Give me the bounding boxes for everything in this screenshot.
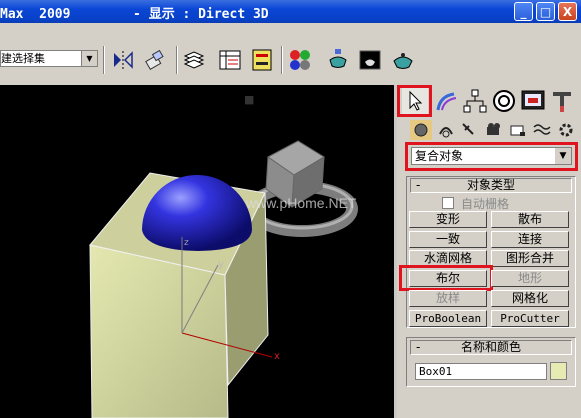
autogrid-checkbox[interactable] xyxy=(442,197,454,209)
cameras-icon[interactable] xyxy=(484,120,504,140)
boolean-button[interactable]: 布尔 xyxy=(409,270,487,287)
object-color-swatch[interactable] xyxy=(550,362,567,380)
space-warps-icon[interactable] xyxy=(532,120,552,140)
create-tab[interactable] xyxy=(402,88,428,114)
geometry-icon[interactable] xyxy=(410,120,432,140)
object-type-title: 对象类型 xyxy=(466,178,515,192)
toolbar-separator xyxy=(103,46,105,74)
axis-z-label: z xyxy=(184,238,189,248)
material-editor-icon[interactable] xyxy=(288,48,312,72)
toolbar-separator xyxy=(281,46,283,74)
shapes-icon[interactable] xyxy=(436,120,456,140)
object-name-field[interactable]: Box01 xyxy=(415,363,547,380)
named-selection-set-dropdown[interactable]: 建选择集 ▼ xyxy=(0,50,98,67)
viewport-scene: ■ z y x www.pHome.NET xyxy=(89,93,358,418)
chevron-down-icon[interactable]: ▼ xyxy=(554,148,571,164)
box-front xyxy=(89,244,229,418)
name-color-title: 名称和颜色 xyxy=(460,340,521,354)
toolbar-separator xyxy=(176,46,178,74)
category-dropdown-value: 复合对象 xyxy=(415,149,464,163)
align-icon[interactable] xyxy=(143,48,167,72)
category-dropdown[interactable]: 复合对象 ▼ xyxy=(411,147,572,165)
close-button[interactable]: X xyxy=(558,2,577,21)
mesher-button[interactable]: 网格化 xyxy=(491,290,569,307)
terrain-button[interactable]: 地形 xyxy=(491,270,569,287)
utilities-tab[interactable] xyxy=(549,88,575,114)
render-frame-icon[interactable] xyxy=(358,48,382,72)
procutter-button[interactable]: ProCutter xyxy=(491,310,569,327)
perspective-viewport[interactable]: ■ z y x www.pHome.NET xyxy=(0,85,397,418)
loft-button[interactable]: 放样 xyxy=(409,290,487,307)
selection-set-value: 建选择集 xyxy=(1,52,45,65)
window-title: Max 2009 - 显示 : Direct 3D xyxy=(0,7,269,22)
mirror-icon[interactable] xyxy=(111,48,135,72)
lights-icon[interactable] xyxy=(459,120,479,140)
curve-editor-icon[interactable] xyxy=(218,48,242,72)
autogrid-label: 自动栅格 xyxy=(461,197,510,211)
motion-tab[interactable] xyxy=(491,88,517,114)
quick-render-icon[interactable] xyxy=(391,48,415,72)
chevron-down-icon[interactable]: ▼ xyxy=(81,51,97,66)
shapemerge-button[interactable]: 图形合并 xyxy=(491,250,569,267)
scatter-button[interactable]: 散布 xyxy=(491,211,569,228)
layer-manager-icon[interactable] xyxy=(182,48,206,72)
render-setup-icon[interactable] xyxy=(326,48,350,72)
display-tab[interactable] xyxy=(520,88,546,114)
watermark-text: www.pHome.NET xyxy=(245,195,357,211)
restore-button[interactable]: □ xyxy=(536,2,555,21)
schematic-view-icon[interactable] xyxy=(250,48,274,72)
hierarchy-tab[interactable] xyxy=(462,88,488,114)
name-color-rollout-header[interactable]: - 名称和颜色 xyxy=(410,340,572,355)
systems-icon[interactable] xyxy=(556,120,576,140)
connect-button[interactable]: 连接 xyxy=(491,231,569,248)
conform-button[interactable]: 一致 xyxy=(409,231,487,248)
title-bar: Max 2009 - 显示 : Direct 3D _ □ X xyxy=(0,0,581,23)
viewport-label: ■ xyxy=(244,93,254,106)
morph-button[interactable]: 变形 xyxy=(409,211,487,228)
object-category-icons xyxy=(404,118,578,140)
helpers-icon[interactable] xyxy=(508,120,528,140)
proboolean-button[interactable]: ProBoolean xyxy=(409,310,487,327)
axis-x-label: x xyxy=(274,351,280,362)
object-type-rollout-header[interactable]: - 对象类型 xyxy=(410,178,572,193)
axis-y-label: y xyxy=(218,259,224,270)
minimize-button[interactable]: _ xyxy=(514,2,533,21)
modify-tab[interactable] xyxy=(434,88,460,114)
